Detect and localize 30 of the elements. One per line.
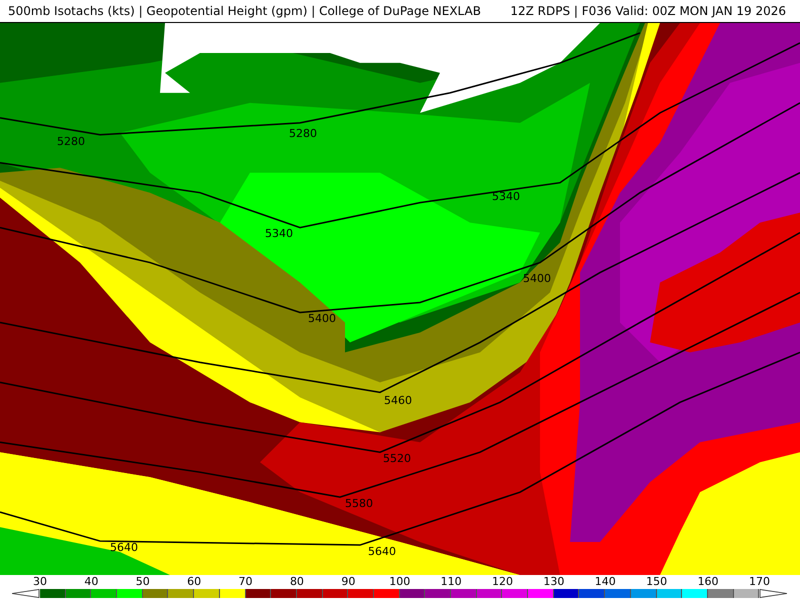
contour-label: 5280 <box>289 128 317 139</box>
contour-label: 5340 <box>492 191 520 202</box>
scale-tick-label: 90 <box>340 576 356 586</box>
map-title: 500mb Isotachs (kts) | Geopotential Height (gpm) | College of DuPage NEXLAB <box>8 4 481 18</box>
contour-label: 5460 <box>384 395 412 406</box>
contour-label: 5400 <box>523 273 551 284</box>
right-arrow-icon <box>759 589 788 598</box>
scale-tick-label: 170 <box>748 576 771 586</box>
scale-tick-label: 80 <box>288 576 305 586</box>
scale-tick-label: 30 <box>32 576 48 586</box>
scale-tick-label: 70 <box>238 576 254 586</box>
contour-label: 5640 <box>368 546 396 557</box>
scale-tick-label: 120 <box>491 576 514 586</box>
contour-label: 5580 <box>345 498 373 509</box>
scale-tick-label: 160 <box>696 576 720 586</box>
scale-tick-label: 110 <box>440 576 463 586</box>
contour-label: 5280 <box>57 136 85 147</box>
scale-tick-label: 60 <box>186 576 202 586</box>
left-arrow-icon <box>12 589 40 598</box>
contour-label: 5400 <box>308 313 336 324</box>
contour-label: 5340 <box>265 228 293 239</box>
run-info: 12Z RDPS | F036 Valid: 00Z MON JAN 19 2026 <box>510 4 786 18</box>
scale-tick-label: 50 <box>134 576 151 586</box>
scale-tick-label: 40 <box>83 576 100 586</box>
contour-label: 5640 <box>110 542 138 553</box>
scale-tick-label: 130 <box>542 576 566 586</box>
scale-tick-label: 140 <box>594 576 617 586</box>
contour-label: 5520 <box>383 453 411 464</box>
scale-tick-label: 100 <box>388 576 412 586</box>
scale-tick-label: 150 <box>645 576 668 586</box>
